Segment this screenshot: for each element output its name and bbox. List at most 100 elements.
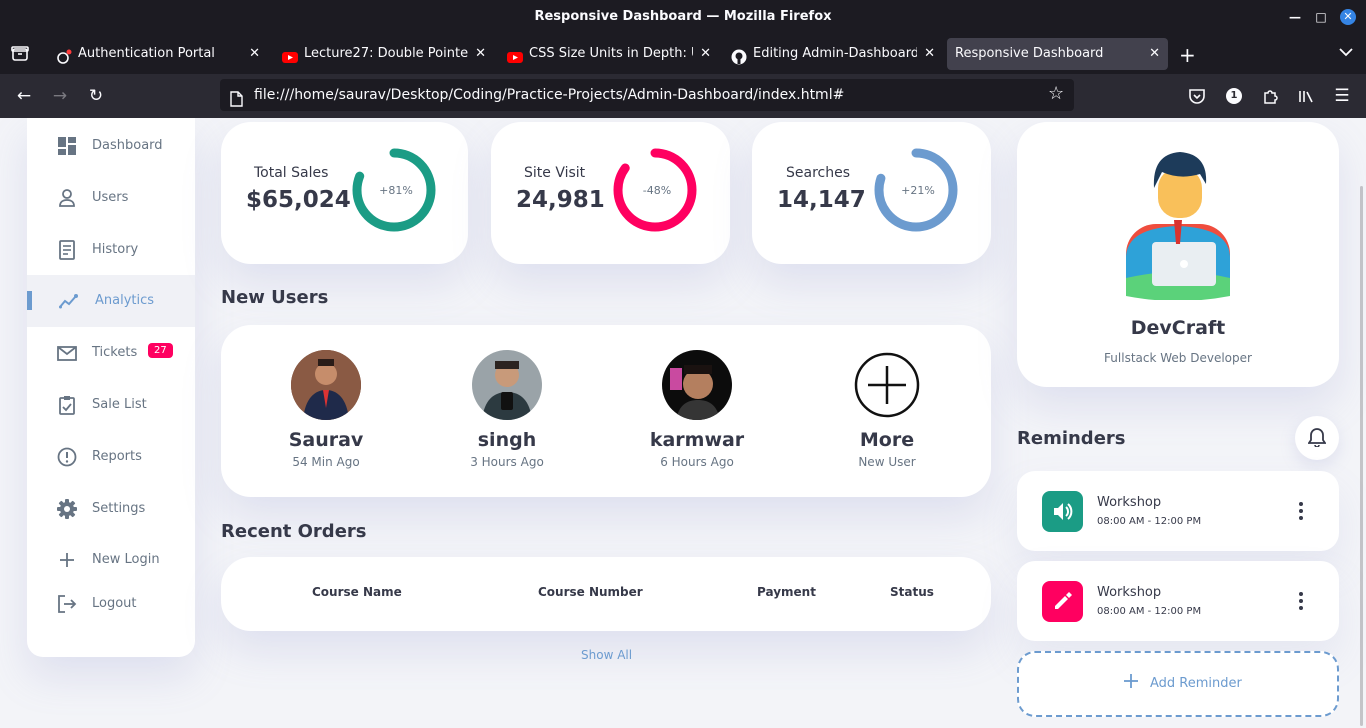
user-card-singh[interactable]: singh 3 Hours Ago [437,350,577,469]
close-tab-icon[interactable]: ✕ [1149,38,1160,70]
close-tab-icon[interactable]: ✕ [475,38,486,70]
pocket-icon[interactable] [1188,87,1206,105]
volume-icon [1042,491,1083,532]
portal-icon [56,46,72,64]
tab-overview-icon[interactable] [10,44,30,64]
tab-lecture27[interactable]: Lecture27: Double Pointers ✕ [272,38,494,70]
sidebar-item-sale-list[interactable]: Sale List [27,379,195,431]
library-icon[interactable] [1297,87,1315,105]
bookmark-star-icon[interactable]: ☆ [1048,78,1064,110]
new-users-card: Saurav 54 Min Ago singh 3 Hours Ago karm… [221,325,991,497]
avatar [291,350,361,420]
window-title: Responsive Dashboard — Mozilla Firefox [534,9,832,24]
sidebar-item-logout[interactable]: Logout [27,578,195,630]
stat-percent: +81% [379,184,413,197]
user-card-karmwar[interactable]: karmwar 6 Hours Ago [627,350,767,469]
orders-table: Course Name Course Number Payment Status [221,557,991,631]
sidebar-item-label: Dashboard [92,138,163,153]
dashboard-page: Dashboard Users History Analytics Ticket… [0,118,1366,728]
reminder-title: Workshop [1097,495,1162,510]
sidebar-item-label: Sale List [92,397,147,412]
user-card-more[interactable]: More New User [817,350,957,469]
user-card-saurav[interactable]: Saurav 54 Min Ago [256,350,396,469]
user-name: singh [477,429,537,451]
history-icon [57,240,77,260]
stat-percent: -48% [642,184,672,197]
sidebar-item-label: Users [92,190,129,205]
back-icon[interactable]: ← [12,84,36,108]
recent-orders-heading: Recent Orders [221,521,367,542]
user-name: Saurav [288,429,364,451]
sidebar-item-settings[interactable]: Settings [27,483,195,535]
youtube-icon [282,46,298,63]
stat-label: Site Visit [524,165,586,181]
add-reminder-button[interactable]: Add Reminder [1017,651,1339,717]
mail-icon [57,343,77,363]
navigation-toolbar: ← → ↻ file:///home/saurav/Desktop/Coding… [0,74,1366,118]
reminder-item[interactable]: Workshop 08:00 AM - 12:00 PM [1017,561,1339,641]
new-tab-icon[interactable]: + [1179,43,1196,67]
reminders-heading: Reminders [1017,428,1126,449]
url-bar[interactable]: file:///home/saurav/Desktop/Coding/Pract… [220,79,1074,111]
sidebar-item-analytics[interactable]: Analytics [27,275,195,327]
close-window-icon[interactable]: ✕ [1340,9,1356,25]
tab-label: Editing Admin-Dashboard/R [753,46,917,61]
column-header: Course Number [538,585,643,599]
sidebar-item-label: Tickets [92,345,138,360]
show-all-link[interactable]: Show All [581,648,632,662]
plus-icon [1123,673,1139,689]
analytics-icon [59,291,79,311]
user-time: 54 Min Ago [292,455,360,469]
forward-icon[interactable]: → [48,84,72,108]
sidebar-item-label: Analytics [95,293,155,308]
sidebar-item-label: Logout [92,596,137,611]
close-tab-icon[interactable]: ✕ [249,38,260,70]
clipboard-check-icon [57,395,77,415]
extensions-icon[interactable] [1262,87,1280,105]
tab-label: Lecture27: Double Pointers [304,46,468,61]
page-scrollbar[interactable] [1360,186,1363,726]
profile-card: DevCraft Fullstack Web Developer [1017,122,1339,387]
user-name: karmwar [649,429,745,451]
reminder-time: 08:00 AM - 12:00 PM [1097,516,1202,527]
extension-badge[interactable]: 1 [1226,88,1242,104]
more-options-icon[interactable] [1297,501,1305,521]
gear-icon [57,499,77,519]
reload-icon[interactable]: ↻ [84,84,108,108]
stat-label: Searches [786,165,851,181]
page-icon [229,87,243,107]
notifications-button[interactable] [1295,416,1339,460]
user-time: 3 Hours Ago [470,455,544,469]
list-tabs-icon[interactable] [1337,43,1355,61]
close-tab-icon[interactable]: ✕ [924,38,935,70]
sidebar-item-tickets[interactable]: Tickets 27 [27,327,195,379]
add-user-icon[interactable] [852,350,922,420]
stat-card-site-visit: Site Visit 24,981 -48% [491,122,730,264]
tab-authentication-portal[interactable]: Authentication Portal ✕ [46,38,268,70]
tab-css-size-units[interactable]: CSS Size Units in Depth: Unl ✕ [497,38,719,70]
close-tab-icon[interactable]: ✕ [700,38,711,70]
sidebar-item-label: Reports [92,449,142,464]
sidebar-item-label: History [92,242,139,257]
maximize-icon[interactable]: □ [1313,9,1329,25]
sidebar-item-users[interactable]: Users [27,172,195,224]
sidebar-item-dashboard[interactable]: Dashboard [27,120,195,172]
tab-responsive-dashboard[interactable]: Responsive Dashboard ✕ [947,38,1168,70]
stat-card-total-sales: Total Sales $65,024 +81% [221,122,468,264]
sidebar-item-reports[interactable]: Reports [27,431,195,483]
sidebar-item-history[interactable]: History [27,224,195,276]
tab-editing-admin-dashboard[interactable]: Editing Admin-Dashboard/R ✕ [721,38,943,70]
stat-percent: +21% [901,184,935,197]
new-users-heading: New Users [221,287,329,308]
bell-icon [1307,427,1327,448]
menu-icon[interactable]: ☰ [1330,84,1354,108]
more-options-icon[interactable] [1297,591,1305,611]
profile-avatar [1122,148,1234,301]
tickets-badge: 27 [148,343,173,358]
reminder-item[interactable]: Workshop 08:00 AM - 12:00 PM [1017,471,1339,551]
user-time: 6 Hours Ago [660,455,734,469]
tab-label: Responsive Dashboard [955,46,1104,61]
sidebar: Dashboard Users History Analytics Ticket… [27,118,195,657]
minimize-icon[interactable]: — [1287,9,1303,25]
reminder-time: 08:00 AM - 12:00 PM [1097,606,1202,617]
